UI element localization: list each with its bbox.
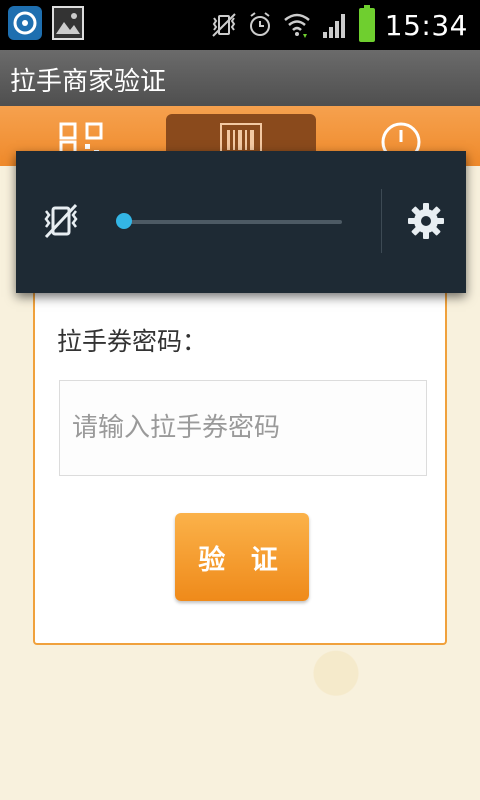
volume-panel [16,151,466,293]
gear-icon[interactable] [406,201,446,241]
coupon-code-input[interactable] [59,380,427,476]
volume-slider-thumb[interactable] [116,213,132,229]
gallery-icon [52,6,84,40]
coupon-code-label: 拉手券密码： [57,327,208,356]
app-icon [8,6,42,40]
wifi-icon [283,13,310,38]
vibrate-icon [212,13,236,37]
vibrate-mute-icon[interactable] [42,201,80,241]
status-bar: 15:34 [0,0,480,50]
volume-slider-track[interactable] [124,220,342,224]
panel-divider [381,189,382,253]
system-status: 15:34 [211,5,468,44]
verification-card: 拉手券密码： 验 证 [33,280,447,645]
alarm-icon [249,12,270,36]
signal-icon [322,14,345,38]
clock: 15:34 [384,8,468,42]
title-bar: 拉手商家验证 [0,50,480,106]
notification-icons [8,6,84,40]
page-title: 拉手商家验证 [10,67,167,97]
battery-icon [358,5,375,42]
verify-button[interactable]: 验 证 [175,513,309,601]
